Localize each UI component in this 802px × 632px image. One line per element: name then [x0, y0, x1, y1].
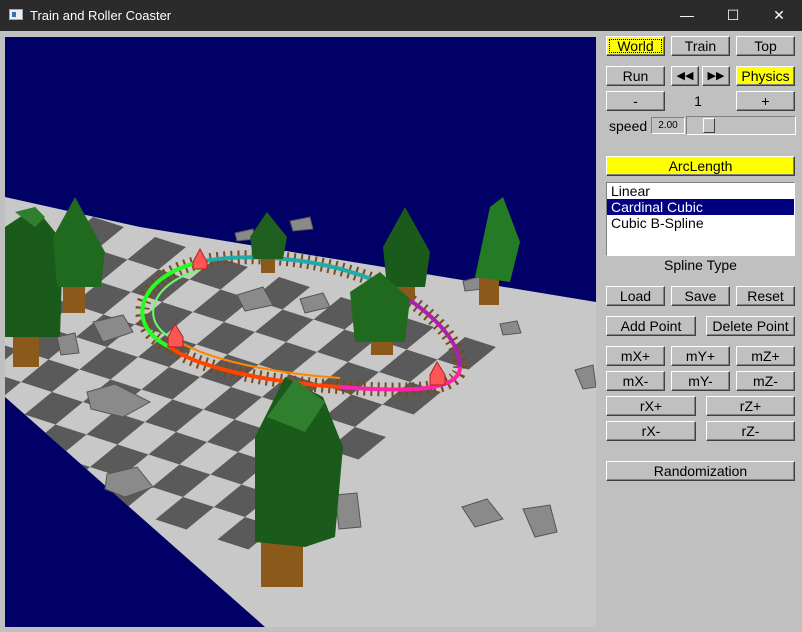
- move-y-plus-button[interactable]: mY+: [671, 346, 730, 366]
- delete-point-button[interactable]: Delete Point: [706, 316, 795, 336]
- speed-slider-thumb[interactable]: [703, 118, 715, 133]
- rotate-x-minus-button[interactable]: rX-: [606, 421, 696, 441]
- close-button[interactable]: ✕: [756, 0, 802, 31]
- title-bar: Train and Roller Coaster — ☐ ✕: [0, 0, 802, 31]
- decrement-button[interactable]: -: [606, 91, 665, 111]
- spline-type-label: Spline Type: [664, 257, 737, 273]
- maximize-button[interactable]: ☐: [710, 0, 756, 31]
- train-view-button[interactable]: Train: [671, 36, 730, 56]
- randomization-button[interactable]: Randomization: [606, 461, 795, 481]
- fast-forward-button[interactable]: ▶▶: [702, 66, 730, 86]
- rewind-icon: ◀◀: [676, 70, 694, 82]
- spline-option-linear[interactable]: Linear: [607, 183, 794, 199]
- world-view-button[interactable]: World: [606, 36, 665, 56]
- rotate-x-plus-button[interactable]: rX+: [606, 396, 696, 416]
- scene[interactable]: [5, 37, 596, 627]
- spline-option-cardinal-cubic[interactable]: Cardinal Cubic: [607, 199, 794, 215]
- speed-value: 2.00: [651, 117, 685, 134]
- physics-button[interactable]: Physics: [736, 66, 795, 86]
- minimize-button[interactable]: —: [664, 0, 710, 31]
- window-title: Train and Roller Coaster: [30, 8, 172, 23]
- move-z-minus-button[interactable]: mZ-: [736, 371, 795, 391]
- run-button[interactable]: Run: [606, 66, 665, 86]
- load-button[interactable]: Load: [606, 286, 665, 306]
- app-icon: [9, 9, 23, 20]
- rotate-z-plus-button[interactable]: rZ+: [706, 396, 795, 416]
- spline-type-list[interactable]: Linear Cardinal Cubic Cubic B-Spline: [606, 182, 795, 256]
- 3d-viewport[interactable]: [5, 37, 596, 627]
- spline-option-cubic-b-spline[interactable]: Cubic B-Spline: [607, 215, 794, 231]
- fast-forward-icon: ▶▶: [707, 70, 725, 82]
- rewind-button[interactable]: ◀◀: [671, 66, 699, 86]
- counter-value: 1: [694, 93, 702, 109]
- move-z-plus-button[interactable]: mZ+: [736, 346, 795, 366]
- increment-button[interactable]: +: [736, 91, 795, 111]
- add-point-button[interactable]: Add Point: [606, 316, 696, 336]
- reset-button[interactable]: Reset: [736, 286, 795, 306]
- move-x-minus-button[interactable]: mX-: [606, 371, 665, 391]
- save-button[interactable]: Save: [671, 286, 730, 306]
- move-x-plus-button[interactable]: mX+: [606, 346, 665, 366]
- rotate-z-minus-button[interactable]: rZ-: [706, 421, 795, 441]
- top-view-button[interactable]: Top: [736, 36, 795, 56]
- arclength-button[interactable]: ArcLength: [606, 156, 795, 176]
- speed-label: speed: [609, 118, 648, 134]
- speed-slider[interactable]: [686, 116, 796, 135]
- move-y-minus-button[interactable]: mY-: [671, 371, 730, 391]
